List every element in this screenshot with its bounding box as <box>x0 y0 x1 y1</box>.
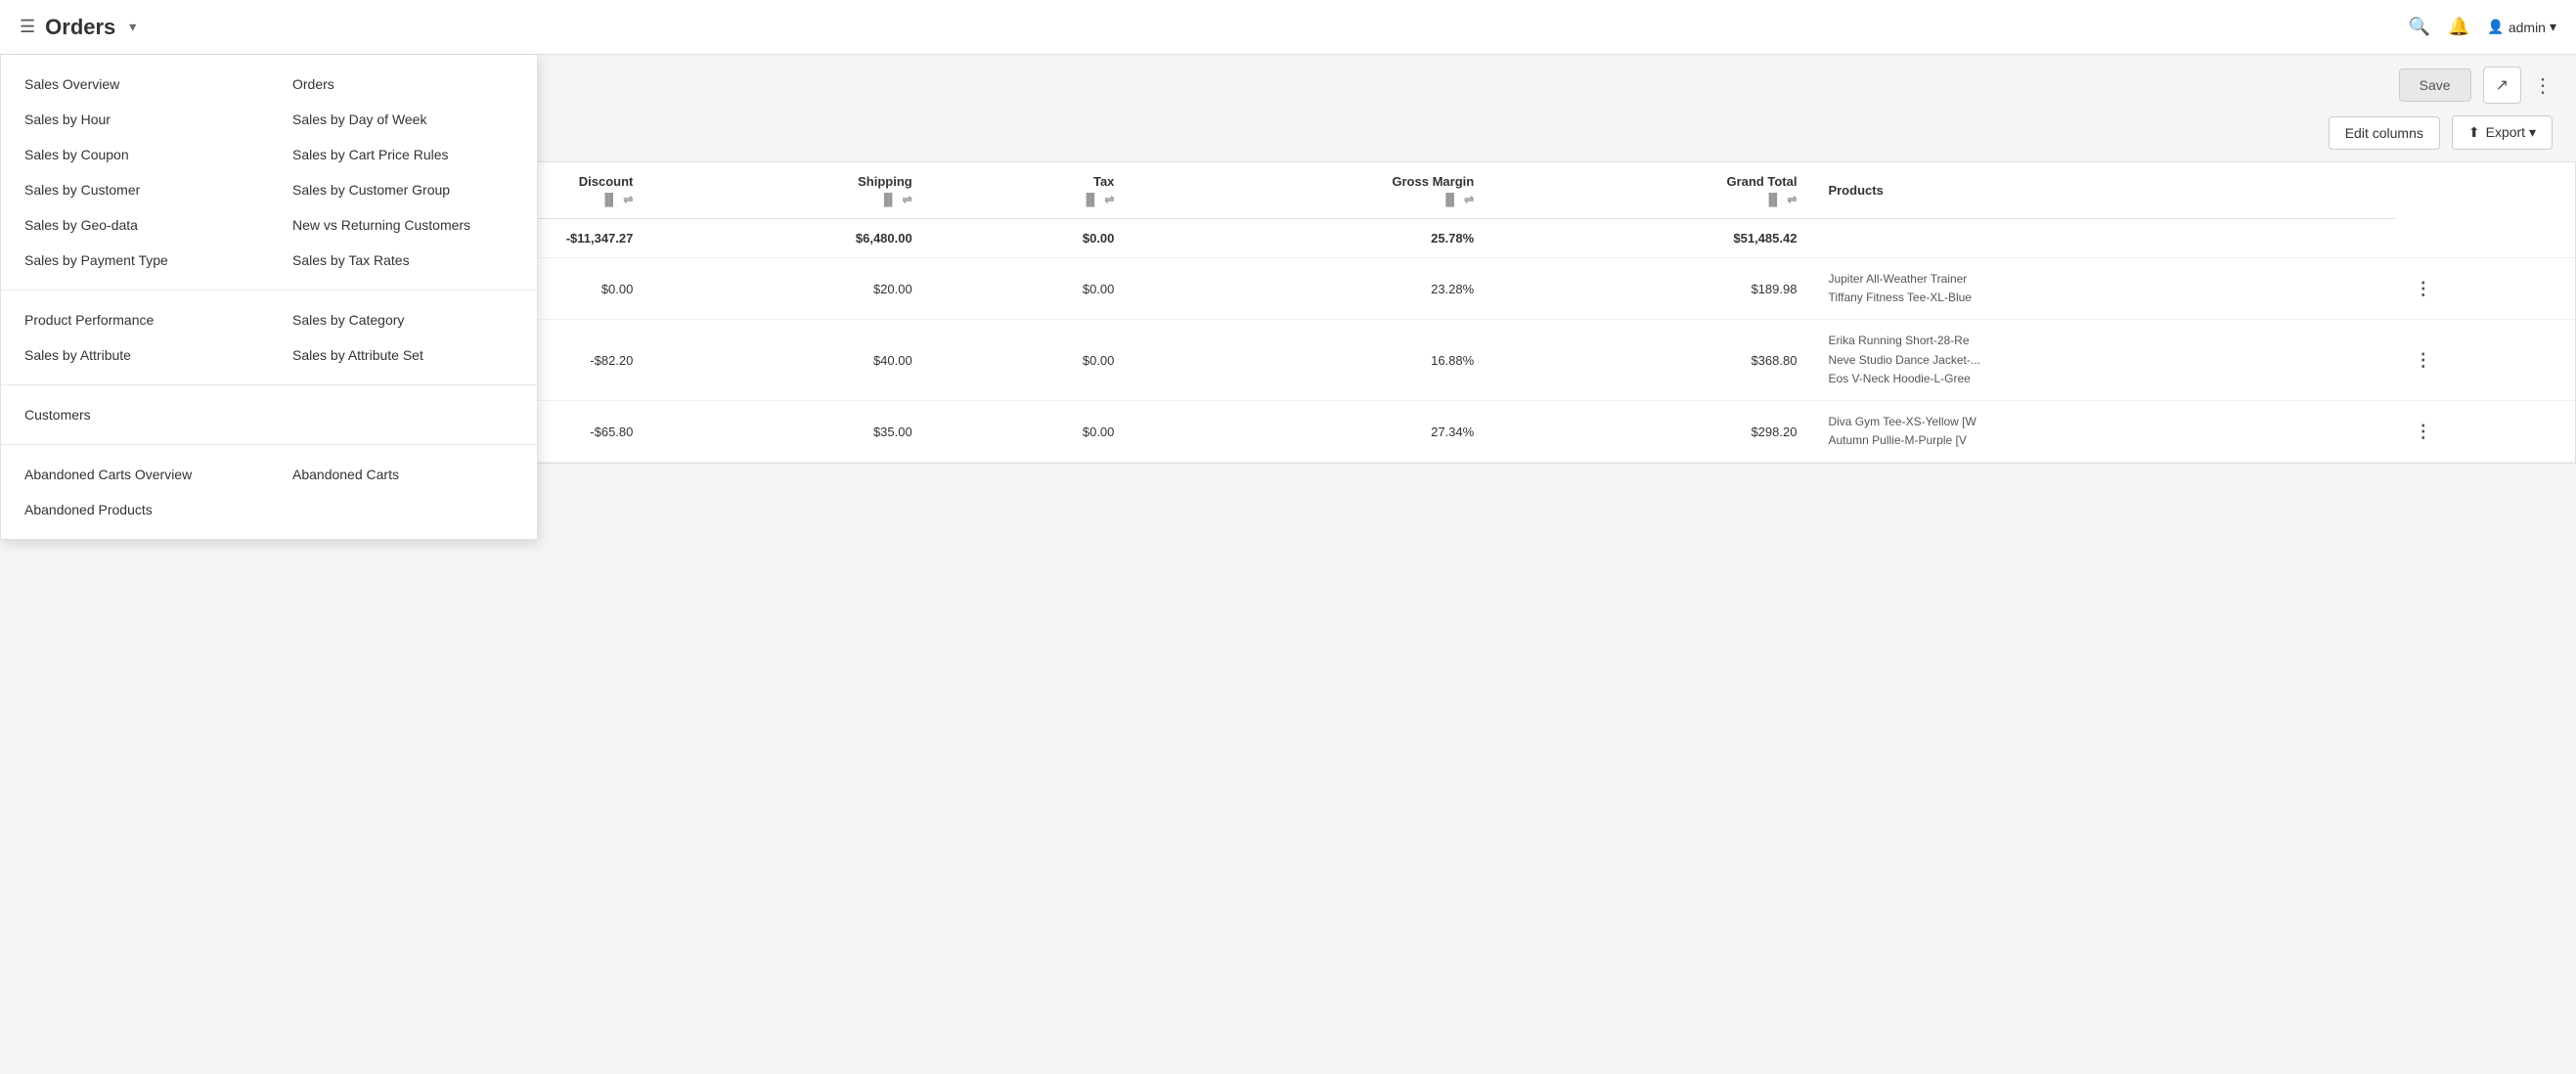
summary-grand-total: $51,485.42 <box>1489 219 1812 258</box>
row2-grand-total: $368.80 <box>1489 320 1812 401</box>
edit-columns-button[interactable]: Edit columns <box>2329 116 2440 150</box>
tax-filter-icon[interactable]: ⇌ <box>1104 193 1114 206</box>
discount-sort-icon[interactable]: ▐▌ <box>600 193 617 206</box>
product-item: Jupiter All-Weather Trainer <box>1828 270 2378 289</box>
col-tax: Tax ▐▌ ⇌ <box>928 162 1131 219</box>
menu-item-sales-by-tax[interactable]: Sales by Tax Rates <box>269 243 537 278</box>
title-arrow-icon[interactable]: ▾ <box>129 19 136 35</box>
menu-item-product-performance[interactable]: Product Performance <box>1 302 269 337</box>
menu-item-placeholder <box>269 492 537 527</box>
row-more-button[interactable]: ⋮ <box>2411 350 2436 371</box>
menu-item-abandoned-carts-overview[interactable]: Abandoned Carts Overview <box>1 457 269 492</box>
dropdown-section-abandoned: Abandoned Carts Overview Abandoned Carts… <box>1 445 537 539</box>
app-header: ☰ Orders ▾ 🔍 🔔 👤 admin ▾ <box>0 0 2576 55</box>
row1-gross-margin: 23.28% <box>1130 258 1489 320</box>
admin-label-text: admin <box>2509 20 2546 35</box>
dropdown-grid-sales: Sales Overview Orders Sales by Hour Sale… <box>1 67 537 278</box>
grossmargin-filter-icon[interactable]: ⇌ <box>1464 193 1474 206</box>
export-label: Export ▾ <box>2486 124 2536 141</box>
menu-item-abandoned-carts[interactable]: Abandoned Carts <box>269 457 537 492</box>
search-icon[interactable]: 🔍 <box>2409 17 2430 37</box>
row3-tax: $0.00 <box>928 400 1131 462</box>
row1-grand-total: $189.98 <box>1489 258 1812 320</box>
save-button[interactable]: Save <box>2399 68 2471 102</box>
share-icon: ↗ <box>2496 77 2509 94</box>
col-grand-total: Grand Total ▐▌ ⇌ <box>1489 162 1812 219</box>
menu-item-customers[interactable]: Customers <box>1 397 537 432</box>
menu-item-sales-by-attribute[interactable]: Sales by Attribute <box>1 337 269 373</box>
col-products: Products <box>1812 162 2394 219</box>
row3-actions: ⋮ <box>2395 400 2575 462</box>
menu-item-sales-by-attribute-set[interactable]: Sales by Attribute Set <box>269 337 537 373</box>
page-title: Orders <box>45 15 115 40</box>
product-item: Eos V-Neck Hoodie-L-Gree <box>1828 370 2378 388</box>
col-gross-margin: Gross Margin ▐▌ ⇌ <box>1130 162 1489 219</box>
export-button[interactable]: ⬆ Export ▾ <box>2452 115 2553 150</box>
menu-item-sales-by-geodata[interactable]: Sales by Geo-data <box>1 207 269 243</box>
menu-item-sales-by-payment[interactable]: Sales by Payment Type <box>1 243 269 278</box>
menu-item-sales-by-customer-group[interactable]: Sales by Customer Group <box>269 172 537 207</box>
col-shipping: Shipping ▐▌ ⇌ <box>648 162 927 219</box>
header-right: 🔍 🔔 👤 admin ▾ <box>2409 17 2556 37</box>
admin-menu[interactable]: 👤 admin ▾ <box>2487 19 2556 35</box>
grandtotal-filter-icon[interactable]: ⇌ <box>1787 193 1797 206</box>
dropdown-grid-products: Product Performance Sales by Category Sa… <box>1 302 537 373</box>
header-left: ☰ Orders ▾ <box>20 15 136 40</box>
row2-tax: $0.00 <box>928 320 1131 401</box>
notification-icon[interactable]: 🔔 <box>2448 17 2469 37</box>
dropdown-section-customers: Customers <box>1 385 537 445</box>
menu-item-sales-overview[interactable]: Sales Overview <box>1 67 269 102</box>
share-button[interactable]: ↗ <box>2483 67 2521 104</box>
menu-item-sales-by-hour[interactable]: Sales by Hour <box>1 102 269 137</box>
summary-tax: $0.00 <box>928 219 1131 258</box>
menu-item-sales-by-coupon[interactable]: Sales by Coupon <box>1 137 269 172</box>
menu-item-sales-by-cart-price[interactable]: Sales by Cart Price Rules <box>269 137 537 172</box>
row1-actions: ⋮ <box>2395 258 2575 320</box>
summary-products <box>1812 219 2394 258</box>
row1-products: Jupiter All-Weather Trainer Tiffany Fitn… <box>1812 258 2394 320</box>
product-item: Neve Studio Dance Jacket-... <box>1828 351 2378 370</box>
dropdown-section-products: Product Performance Sales by Category Sa… <box>1 291 537 385</box>
dropdown-section-sales: Sales Overview Orders Sales by Hour Sale… <box>1 55 537 291</box>
row2-gross-margin: 16.88% <box>1130 320 1489 401</box>
menu-item-sales-by-category[interactable]: Sales by Category <box>269 302 537 337</box>
summary-gross-margin: 25.78% <box>1130 219 1489 258</box>
product-item: Tiffany Fitness Tee-XL-Blue <box>1828 289 2378 307</box>
summary-shipping: $6,480.00 <box>648 219 927 258</box>
shipping-sort-icon[interactable]: ▐▌ <box>880 193 897 206</box>
dropdown-grid-abandoned: Abandoned Carts Overview Abandoned Carts… <box>1 457 537 527</box>
grandtotal-sort-icon[interactable]: ▐▌ <box>1764 193 1781 206</box>
row3-grand-total: $298.20 <box>1489 400 1812 462</box>
grossmargin-sort-icon[interactable]: ▐▌ <box>1442 193 1458 206</box>
more-options-button[interactable]: ⋮ <box>2533 73 2553 98</box>
export-icon: ⬆ <box>2468 124 2480 141</box>
row2-products: Erika Running Short-28-Re Neve Studio Da… <box>1812 320 2394 401</box>
menu-item-orders[interactable]: Orders <box>269 67 537 102</box>
hamburger-icon[interactable]: ☰ <box>20 17 35 37</box>
tax-sort-icon[interactable]: ▐▌ <box>1082 193 1098 206</box>
admin-arrow-icon: ▾ <box>2550 19 2556 35</box>
menu-item-sales-by-day[interactable]: Sales by Day of Week <box>269 102 537 137</box>
row1-shipping: $20.00 <box>648 258 927 320</box>
product-item: Erika Running Short-28-Re <box>1828 332 2378 350</box>
shipping-filter-icon[interactable]: ⇌ <box>903 193 912 206</box>
row3-products: Diva Gym Tee-XS-Yellow [W Autumn Pullie-… <box>1812 400 2394 462</box>
row2-actions: ⋮ <box>2395 320 2575 401</box>
product-item: Diva Gym Tee-XS-Yellow [W <box>1828 413 2378 431</box>
row1-tax: $0.00 <box>928 258 1131 320</box>
menu-item-abandoned-products[interactable]: Abandoned Products <box>1 492 269 527</box>
row2-shipping: $40.00 <box>648 320 927 401</box>
row-more-button[interactable]: ⋮ <box>2411 422 2436 442</box>
menu-item-new-vs-returning[interactable]: New vs Returning Customers <box>269 207 537 243</box>
row-more-button[interactable]: ⋮ <box>2411 279 2436 299</box>
menu-item-sales-by-customer[interactable]: Sales by Customer <box>1 172 269 207</box>
user-icon: 👤 <box>2487 19 2504 35</box>
product-item: Autumn Pullie-M-Purple [V <box>1828 431 2378 450</box>
discount-filter-icon[interactable]: ⇌ <box>623 193 633 206</box>
row3-gross-margin: 27.34% <box>1130 400 1489 462</box>
row3-shipping: $35.00 <box>648 400 927 462</box>
nav-dropdown: Sales Overview Orders Sales by Hour Sale… <box>0 55 538 540</box>
